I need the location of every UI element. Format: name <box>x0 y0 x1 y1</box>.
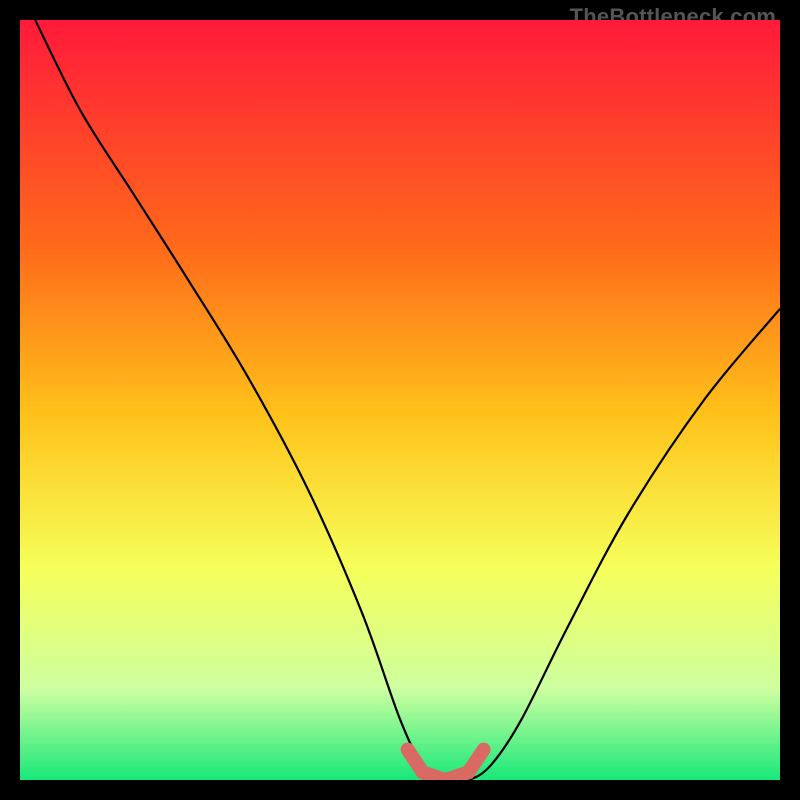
chart-frame: TheBottleneck.com <box>0 0 800 800</box>
bottleneck-chart <box>20 20 780 780</box>
gradient-background <box>20 20 780 780</box>
